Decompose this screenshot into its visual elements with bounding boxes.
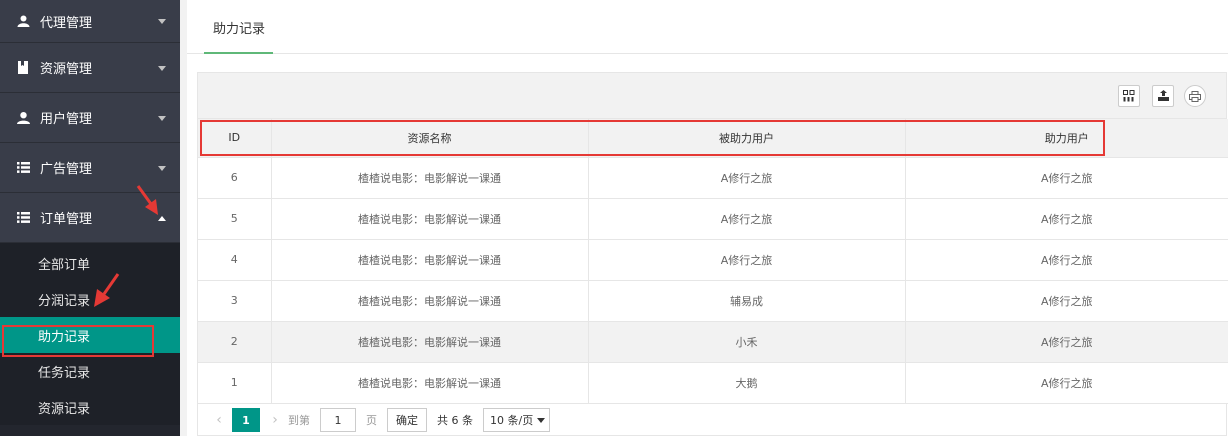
chevron-down-icon: [158, 65, 166, 71]
next-page-icon[interactable]: ›: [266, 410, 284, 430]
submenu-profit-records[interactable]: 分润记录: [0, 281, 180, 317]
cell-assisting-user: A修行之旅: [905, 321, 1228, 363]
menu-label: 资源管理: [40, 62, 93, 77]
export-button[interactable]: [1152, 85, 1174, 107]
data-table-container: ID 资源名称 被助力用户 助力用户 6 楂楂说电影：电影解说一课通 A修行之旅…: [197, 72, 1228, 436]
assist-records-table: ID 资源名称 被助力用户 助力用户 6 楂楂说电影：电影解说一课通 A修行之旅…: [198, 119, 1228, 404]
print-icon: [1189, 90, 1201, 102]
cell-id: 3: [198, 280, 272, 322]
cell-assisting-user: A修行之旅: [905, 362, 1228, 404]
chevron-down-icon: [158, 115, 166, 121]
menu-label: 用户管理: [40, 112, 93, 127]
submenu-all-orders[interactable]: 全部订单: [0, 245, 180, 281]
page-number-current[interactable]: 1: [232, 408, 260, 432]
cell-resource-name: 楂楂说电影：电影解说一课通: [271, 280, 589, 322]
page-size-select[interactable]: 10 条/页: [483, 408, 551, 432]
table-row[interactable]: 2 楂楂说电影：电影解说一课通 小禾 A修行之旅: [198, 321, 1228, 363]
table-row[interactable]: 3 楂楂说电影：电影解说一课通 辅易成 A修行之旅: [198, 280, 1228, 322]
menu-label: 代理管理: [40, 15, 93, 31]
cell-assisted-user: A修行之旅: [588, 239, 906, 281]
table-row[interactable]: 4 楂楂说电影：电影解说一课通 A修行之旅 A修行之旅: [198, 239, 1228, 281]
menu-resource-management[interactable]: 资源管理: [0, 43, 180, 93]
list-icon: [15, 160, 31, 176]
total-count: 共 6 条: [437, 414, 473, 427]
menu-user-management[interactable]: 用户管理: [0, 93, 180, 143]
submenu-resource-records[interactable]: 资源记录: [0, 389, 180, 425]
menu-label: 广告管理: [40, 162, 93, 177]
pagination: ‹ 1 › 到第 页 确定 共 6 条 10 条/页: [198, 404, 1226, 436]
menu-label: 订单管理: [40, 212, 93, 227]
prev-page-icon[interactable]: ‹: [210, 410, 228, 430]
order-submenu: 全部订单 分润记录 助力记录 任务记录 资源记录: [0, 243, 180, 425]
goto-page-input[interactable]: [320, 408, 356, 432]
menu-order-management[interactable]: 订单管理: [0, 193, 180, 243]
column-header-assisted-user[interactable]: 被助力用户: [588, 119, 906, 158]
table-row[interactable]: 6 楂楂说电影：电影解说一课通 A修行之旅 A修行之旅: [198, 157, 1228, 199]
chevron-down-icon: [158, 165, 166, 171]
columns-icon: [1123, 90, 1135, 102]
cell-resource-name: 楂楂说电影：电影解说一课通: [271, 239, 589, 281]
cell-assisted-user: A修行之旅: [588, 157, 906, 199]
cell-id: 5: [198, 198, 272, 240]
user-group-icon: [15, 13, 31, 29]
tab-active-indicator: [204, 52, 273, 54]
cell-id: 4: [198, 239, 272, 281]
cell-resource-name: 楂楂说电影：电影解说一课通: [271, 198, 589, 240]
table-row[interactable]: 5 楂楂说电影：电影解说一课通 A修行之旅 A修行之旅: [198, 198, 1228, 240]
page-unit-label: 页: [366, 414, 377, 427]
user-icon: [15, 110, 31, 126]
column-header-assisting-user[interactable]: 助力用户: [905, 119, 1228, 158]
chevron-down-icon: [537, 417, 546, 423]
page-size-value: 10 条/页: [490, 414, 534, 427]
table-row[interactable]: 1 楂楂说电影：电影解说一课通 大鹅 A修行之旅: [198, 362, 1228, 404]
goto-confirm-button[interactable]: 确定: [387, 408, 427, 432]
cell-assisted-user: 大鹅: [588, 362, 906, 404]
table-header-row: ID 资源名称 被助力用户 助力用户: [198, 119, 1228, 158]
column-header-resource-name[interactable]: 资源名称: [271, 119, 589, 158]
goto-label: 到第: [288, 414, 310, 427]
chevron-up-icon: [158, 215, 166, 221]
cell-assisting-user: A修行之旅: [905, 280, 1228, 322]
export-icon: [1157, 90, 1169, 101]
cell-assisting-user: A修行之旅: [905, 198, 1228, 240]
submenu-assist-records[interactable]: 助力记录: [0, 317, 180, 353]
cell-assisted-user: A修行之旅: [588, 198, 906, 240]
cell-resource-name: 楂楂说电影：电影解说一课通: [271, 321, 589, 363]
sidebar: 代理管理 资源管理 用户管理 广告管理 订单管理 全部订单 分润记录 助力记录 …: [0, 0, 180, 436]
tab-assist-records[interactable]: 助力记录: [204, 0, 274, 54]
bookmark-icon: [15, 60, 31, 76]
print-button[interactable]: [1184, 85, 1206, 107]
cell-id: 1: [198, 362, 272, 404]
menu-ad-management[interactable]: 广告管理: [0, 143, 180, 193]
table-toolbar: [198, 73, 1226, 119]
list-icon: [15, 210, 31, 226]
cell-id: 2: [198, 321, 272, 363]
main-content: 助力记录 ID 资源名称 被助力用户 助力用户 6 楂楂说电影：电影解说一课通 …: [187, 0, 1228, 436]
cell-assisting-user: A修行之旅: [905, 157, 1228, 199]
cell-resource-name: 楂楂说电影：电影解说一课通: [271, 157, 589, 199]
cell-assisted-user: 辅易成: [588, 280, 906, 322]
columns-filter-button[interactable]: [1118, 85, 1140, 107]
cell-assisting-user: A修行之旅: [905, 239, 1228, 281]
menu-agent-management[interactable]: 代理管理: [0, 0, 180, 43]
chevron-down-icon: [158, 19, 166, 24]
submenu-task-records[interactable]: 任务记录: [0, 353, 180, 389]
cell-resource-name: 楂楂说电影：电影解说一课通: [271, 362, 589, 404]
column-header-id[interactable]: ID: [198, 119, 272, 158]
tab-bar: 助力记录: [187, 0, 1228, 54]
cell-assisted-user: 小禾: [588, 321, 906, 363]
cell-id: 6: [198, 157, 272, 199]
